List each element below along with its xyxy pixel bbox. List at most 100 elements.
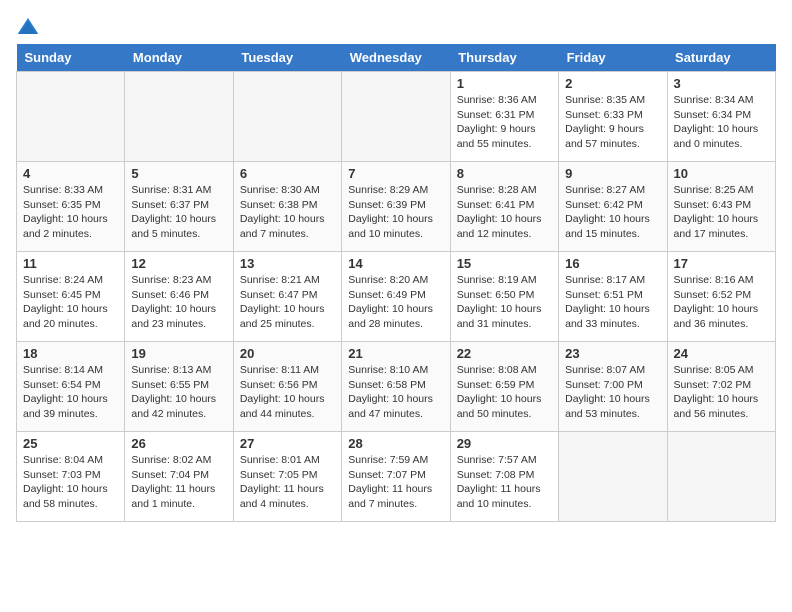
day-number: 13: [240, 256, 335, 271]
calendar-cell: 10 Sunrise: 8:25 AM Sunset: 6:43 PM Dayli…: [667, 162, 775, 252]
day-info: Sunrise: 7:57 AM Sunset: 7:08 PM Dayligh…: [457, 453, 552, 512]
day-info: Sunrise: 8:33 AM Sunset: 6:35 PM Dayligh…: [23, 183, 118, 242]
calendar-cell: 12 Sunrise: 8:23 AM Sunset: 6:46 PM Dayli…: [125, 252, 233, 342]
day-number: 3: [674, 76, 769, 91]
calendar-cell: 16 Sunrise: 8:17 AM Sunset: 6:51 PM Dayli…: [559, 252, 667, 342]
day-number: 20: [240, 346, 335, 361]
day-info: Sunrise: 8:36 AM Sunset: 6:31 PM Dayligh…: [457, 93, 552, 152]
calendar-cell: 11 Sunrise: 8:24 AM Sunset: 6:45 PM Dayli…: [17, 252, 125, 342]
calendar-cell: [233, 72, 341, 162]
calendar-cell: 24 Sunrise: 8:05 AM Sunset: 7:02 PM Dayli…: [667, 342, 775, 432]
calendar-cell: 9 Sunrise: 8:27 AM Sunset: 6:42 PM Daylig…: [559, 162, 667, 252]
week-row: 4 Sunrise: 8:33 AM Sunset: 6:35 PM Daylig…: [17, 162, 776, 252]
week-row: 1 Sunrise: 8:36 AM Sunset: 6:31 PM Daylig…: [17, 72, 776, 162]
day-info: Sunrise: 8:34 AM Sunset: 6:34 PM Dayligh…: [674, 93, 769, 152]
day-info: Sunrise: 8:29 AM Sunset: 6:39 PM Dayligh…: [348, 183, 443, 242]
day-number: 15: [457, 256, 552, 271]
day-info: Sunrise: 8:17 AM Sunset: 6:51 PM Dayligh…: [565, 273, 660, 332]
day-info: Sunrise: 8:01 AM Sunset: 7:05 PM Dayligh…: [240, 453, 335, 512]
calendar-cell: 23 Sunrise: 8:07 AM Sunset: 7:00 PM Dayli…: [559, 342, 667, 432]
weekday-header: Tuesday: [233, 44, 341, 72]
header-row: SundayMondayTuesdayWednesdayThursdayFrid…: [17, 44, 776, 72]
day-number: 4: [23, 166, 118, 181]
weekday-header: Thursday: [450, 44, 558, 72]
calendar-cell: [559, 432, 667, 522]
day-number: 8: [457, 166, 552, 181]
day-info: Sunrise: 8:11 AM Sunset: 6:56 PM Dayligh…: [240, 363, 335, 422]
day-number: 2: [565, 76, 660, 91]
day-info: Sunrise: 8:04 AM Sunset: 7:03 PM Dayligh…: [23, 453, 118, 512]
calendar-cell: 8 Sunrise: 8:28 AM Sunset: 6:41 PM Daylig…: [450, 162, 558, 252]
day-info: Sunrise: 7:59 AM Sunset: 7:07 PM Dayligh…: [348, 453, 443, 512]
day-number: 16: [565, 256, 660, 271]
day-number: 28: [348, 436, 443, 451]
day-info: Sunrise: 8:14 AM Sunset: 6:54 PM Dayligh…: [23, 363, 118, 422]
calendar-cell: [667, 432, 775, 522]
day-number: 27: [240, 436, 335, 451]
day-number: 7: [348, 166, 443, 181]
weekday-header: Monday: [125, 44, 233, 72]
day-number: 11: [23, 256, 118, 271]
day-info: Sunrise: 8:31 AM Sunset: 6:37 PM Dayligh…: [131, 183, 226, 242]
day-info: Sunrise: 8:24 AM Sunset: 6:45 PM Dayligh…: [23, 273, 118, 332]
day-info: Sunrise: 8:30 AM Sunset: 6:38 PM Dayligh…: [240, 183, 335, 242]
day-number: 26: [131, 436, 226, 451]
week-row: 11 Sunrise: 8:24 AM Sunset: 6:45 PM Dayli…: [17, 252, 776, 342]
calendar-cell: 5 Sunrise: 8:31 AM Sunset: 6:37 PM Daylig…: [125, 162, 233, 252]
day-number: 12: [131, 256, 226, 271]
logo-icon: [16, 16, 40, 36]
calendar-cell: 19Sunrise: 8:13 AM Sunset: 6:55 PM Dayli…: [125, 342, 233, 432]
day-info: Sunrise: 8:16 AM Sunset: 6:52 PM Dayligh…: [674, 273, 769, 332]
weekday-header: Saturday: [667, 44, 775, 72]
day-info: Sunrise: 8:19 AM Sunset: 6:50 PM Dayligh…: [457, 273, 552, 332]
calendar-cell: 17 Sunrise: 8:16 AM Sunset: 6:52 PM Dayli…: [667, 252, 775, 342]
day-number: 25: [23, 436, 118, 451]
day-info: Sunrise: 8:20 AM Sunset: 6:49 PM Dayligh…: [348, 273, 443, 332]
calendar-cell: 14 Sunrise: 8:20 AM Sunset: 6:49 PM Dayli…: [342, 252, 450, 342]
calendar-cell: 29 Sunrise: 7:57 AM Sunset: 7:08 PM Dayli…: [450, 432, 558, 522]
calendar-cell: [17, 72, 125, 162]
calendar-cell: 6Sunrise: 8:30 AM Sunset: 6:38 PM Daylig…: [233, 162, 341, 252]
day-info: Sunrise: 8:23 AM Sunset: 6:46 PM Dayligh…: [131, 273, 226, 332]
day-number: 23: [565, 346, 660, 361]
day-number: 18: [23, 346, 118, 361]
day-number: 5: [131, 166, 226, 181]
day-info: Sunrise: 8:02 AM Sunset: 7:04 PM Dayligh…: [131, 453, 226, 512]
day-info: Sunrise: 8:28 AM Sunset: 6:41 PM Dayligh…: [457, 183, 552, 242]
logo: [16, 16, 44, 36]
day-info: Sunrise: 8:27 AM Sunset: 6:42 PM Dayligh…: [565, 183, 660, 242]
calendar-cell: 28 Sunrise: 7:59 AM Sunset: 7:07 PM Dayli…: [342, 432, 450, 522]
weekday-header: Wednesday: [342, 44, 450, 72]
calendar-table: SundayMondayTuesdayWednesdayThursdayFrid…: [16, 44, 776, 522]
day-info: Sunrise: 8:05 AM Sunset: 7:02 PM Dayligh…: [674, 363, 769, 422]
calendar-cell: [125, 72, 233, 162]
calendar-cell: 25 Sunrise: 8:04 AM Sunset: 7:03 PM Dayli…: [17, 432, 125, 522]
calendar-cell: 18 Sunrise: 8:14 AM Sunset: 6:54 PM Dayli…: [17, 342, 125, 432]
day-number: 24: [674, 346, 769, 361]
day-number: 22: [457, 346, 552, 361]
calendar-cell: 3 Sunrise: 8:34 AM Sunset: 6:34 PM Daylig…: [667, 72, 775, 162]
day-number: 21: [348, 346, 443, 361]
week-row: 18 Sunrise: 8:14 AM Sunset: 6:54 PM Dayli…: [17, 342, 776, 432]
calendar-cell: 4 Sunrise: 8:33 AM Sunset: 6:35 PM Daylig…: [17, 162, 125, 252]
day-info: Sunrise: 8:35 AM Sunset: 6:33 PM Dayligh…: [565, 93, 660, 152]
day-number: 9: [565, 166, 660, 181]
calendar-cell: 22 Sunrise: 8:08 AM Sunset: 6:59 PM Dayli…: [450, 342, 558, 432]
day-info: Sunrise: 8:08 AM Sunset: 6:59 PM Dayligh…: [457, 363, 552, 422]
day-number: 29: [457, 436, 552, 451]
calendar-cell: 15 Sunrise: 8:19 AM Sunset: 6:50 PM Dayli…: [450, 252, 558, 342]
day-number: 17: [674, 256, 769, 271]
day-number: 10: [674, 166, 769, 181]
day-info: Sunrise: 8:07 AM Sunset: 7:00 PM Dayligh…: [565, 363, 660, 422]
week-row: 25 Sunrise: 8:04 AM Sunset: 7:03 PM Dayli…: [17, 432, 776, 522]
day-number: 1: [457, 76, 552, 91]
calendar-cell: 26 Sunrise: 8:02 AM Sunset: 7:04 PM Dayli…: [125, 432, 233, 522]
weekday-header: Sunday: [17, 44, 125, 72]
day-info: Sunrise: 8:10 AM Sunset: 6:58 PM Dayligh…: [348, 363, 443, 422]
day-info: Sunrise: 8:21 AM Sunset: 6:47 PM Dayligh…: [240, 273, 335, 332]
calendar-cell: 13 Sunrise: 8:21 AM Sunset: 6:47 PM Dayli…: [233, 252, 341, 342]
day-info: Sunrise: 8:25 AM Sunset: 6:43 PM Dayligh…: [674, 183, 769, 242]
weekday-header: Friday: [559, 44, 667, 72]
calendar-cell: 2 Sunrise: 8:35 AM Sunset: 6:33 PM Daylig…: [559, 72, 667, 162]
day-number: 14: [348, 256, 443, 271]
